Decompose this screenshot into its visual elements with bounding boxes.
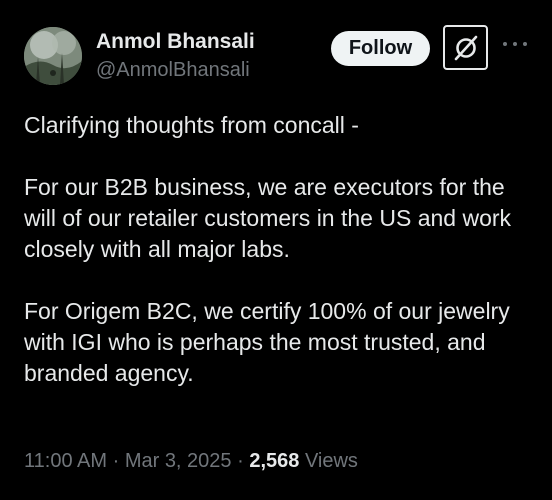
- more-dot: [523, 42, 527, 46]
- more-dot: [513, 42, 517, 46]
- tweet-paragraph: Clarifying thoughts from concall -: [24, 112, 359, 138]
- author-display-name[interactable]: Anmol Bhansali: [96, 30, 255, 54]
- grok-button[interactable]: [443, 25, 488, 70]
- tweet-card: Anmol Bhansali @AnmolBhansali Follow Cla…: [0, 0, 552, 500]
- more-options-icon[interactable]: [503, 38, 527, 50]
- views-count[interactable]: 2,568: [249, 450, 299, 472]
- grok-icon: [454, 35, 477, 60]
- tweet-date[interactable]: Mar 3, 2025: [125, 450, 232, 472]
- views-label: Views: [299, 450, 358, 472]
- tweet-paragraph: For our B2B business, we are executors f…: [24, 174, 512, 262]
- tweet-metadata: 11:00 AM · Mar 3, 2025 · 2,568 Views: [24, 450, 358, 473]
- tweet-text: Clarifying thoughts from concall - For o…: [24, 110, 534, 389]
- tweet-time[interactable]: 11:00 AM: [24, 450, 107, 472]
- meta-separator: ·: [231, 450, 250, 472]
- avatar[interactable]: [24, 27, 82, 85]
- more-dot: [503, 42, 507, 46]
- author-handle[interactable]: @AnmolBhansali: [96, 59, 250, 82]
- follow-button[interactable]: Follow: [331, 31, 430, 66]
- avatar-image: [24, 27, 82, 85]
- meta-separator: ·: [107, 450, 125, 472]
- tweet-paragraph: For Origem B2C, we certify 100% of our j…: [24, 298, 510, 386]
